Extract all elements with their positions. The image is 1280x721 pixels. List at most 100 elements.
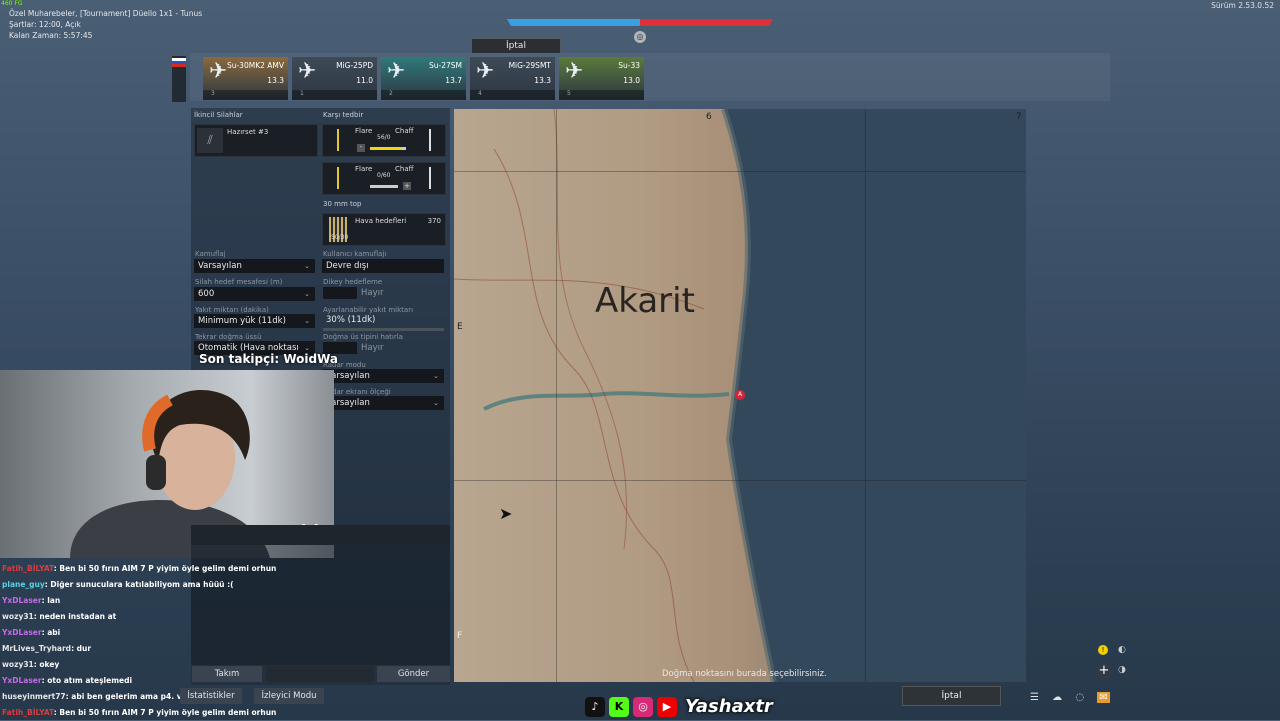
cm-ratio-2: 0/60 xyxy=(377,172,391,179)
flare-ratio-bar xyxy=(370,147,402,150)
chevron-down-icon: ⌄ xyxy=(304,262,310,270)
spectator-button[interactable]: İzleyici Modu xyxy=(254,688,324,704)
map-grid-label-7: 7 xyxy=(1016,112,1022,122)
radar-screen-select[interactable]: Varsayılan ⌄ xyxy=(322,396,444,410)
cancel-top-button[interactable]: İptal xyxy=(471,38,561,54)
countermeasure-card-2[interactable]: Flare Chaff 0/60 + xyxy=(322,162,446,195)
respawn-label: Tekrar doğma üssü xyxy=(195,333,262,341)
battle-rating: 11.0 xyxy=(356,76,373,85)
version-label: Sürüm 2.53.0.52 xyxy=(1211,1,1274,10)
youtube-icon: ▶ xyxy=(657,697,677,717)
list-icon[interactable]: ☰ xyxy=(1030,692,1039,703)
chat-text: : lan xyxy=(41,596,61,605)
cancel-bottom-button[interactable]: İptal xyxy=(902,686,1001,706)
mission-info: Özel Muharebeler, [Tournament] Düello 1x… xyxy=(9,8,202,41)
slot-number: 5 xyxy=(559,90,644,100)
map-grid-label-f: F xyxy=(457,631,463,641)
map-grid-label-6: 6 xyxy=(706,112,712,122)
cm-ratio-1: 56/0 xyxy=(377,134,391,141)
chat-send-button[interactable]: Gönder xyxy=(377,666,450,682)
team-score-bar xyxy=(507,19,773,26)
camo-select[interactable]: Varsayılan ⌄ xyxy=(194,259,315,273)
chat-user: YxDLaser xyxy=(2,596,42,605)
chat-icon[interactable]: ◌ xyxy=(1075,692,1084,703)
aircraft-icon: ✈ xyxy=(209,59,228,84)
battle-rating: 13.0 xyxy=(623,76,640,85)
user-camo-select[interactable]: Devre dışı xyxy=(322,259,444,273)
aircraft-icon: ✈ xyxy=(476,59,495,84)
chaff-ratio-bar-2 xyxy=(370,185,398,188)
convergence-select[interactable]: 600 ⌄ xyxy=(194,287,315,301)
mail-icon[interactable]: ✉ xyxy=(1097,692,1110,703)
chat-user: YxDLaser xyxy=(2,628,42,637)
streamer-handle: Yashaxtr xyxy=(685,696,773,717)
preset-card[interactable]: ⫽ Hazırset #3 xyxy=(194,124,318,157)
slot-number: 1 xyxy=(292,90,377,100)
vertical-value: Hayır xyxy=(361,288,384,298)
chevron-down-icon: ⌄ xyxy=(304,317,310,325)
chat-message: wozy31: neden instadan at xyxy=(2,609,302,625)
cursor-arrow-icon: ➤ xyxy=(499,504,513,523)
zoom-plus-icon[interactable]: + xyxy=(1096,663,1112,679)
vertical-toggle[interactable] xyxy=(323,287,357,299)
convergence-value: 600 xyxy=(198,289,215,299)
squad-icon[interactable]: ☁ xyxy=(1052,692,1062,703)
spawn-map[interactable]: 6 7 E F Akarit A ➤ xyxy=(454,109,1026,682)
slot-number: 4 xyxy=(470,90,555,100)
social-banner: ♪ K ◎ ▶ Yashaxtr xyxy=(585,693,791,720)
red-team-bar xyxy=(640,19,773,26)
fuel-value: Minimum yük (11dk) xyxy=(198,316,286,326)
remember-label: Doğma üs tipini hatırla xyxy=(323,333,403,341)
slot-number: 2 xyxy=(381,90,466,100)
chat-user: MrLives_Tryhard xyxy=(2,644,72,653)
radar-mode-select[interactable]: Varsayılan ⌄ xyxy=(322,369,444,383)
mission-time-left: Kalan Zaman: 5:57:45 xyxy=(9,31,93,40)
night-icon[interactable]: ◐ xyxy=(1118,645,1126,655)
chat-text: : dur xyxy=(71,644,92,653)
warning-icon[interactable]: ! xyxy=(1098,645,1108,655)
mission-title: Özel Muharebeler, [Tournament] Düello 1x… xyxy=(9,9,203,18)
capture-point-icon: ◎ xyxy=(634,31,646,43)
aircraft-name: Su-33 xyxy=(618,61,640,70)
slot-number: 3 xyxy=(203,90,288,100)
cannon-card[interactable]: Hava hedefleri 370 50/30 xyxy=(322,213,446,246)
camo-value: Varsayılan xyxy=(198,261,242,271)
aircraft-slot[interactable]: ✈ Su-30MK2 AMV 13.3 3 xyxy=(203,57,288,100)
preset-name: Hazırset #3 xyxy=(227,128,269,136)
chat-header xyxy=(191,525,450,545)
aircraft-slot[interactable]: ✈ Su-27SM 13.7 2 xyxy=(381,57,466,100)
flare-icon xyxy=(337,167,339,189)
spawn-point-marker[interactable]: A xyxy=(735,390,745,400)
chat-user: plane_guy xyxy=(2,580,45,589)
theme-icon[interactable]: ◑ xyxy=(1118,665,1126,675)
fuel-label: Yakıt miktarı (dakika) xyxy=(195,306,269,314)
kick-icon: K xyxy=(609,697,629,717)
aircraft-name: MiG-29SMT xyxy=(508,61,551,70)
chevron-down-icon: ⌄ xyxy=(433,399,439,407)
chevron-down-icon: ⌄ xyxy=(433,372,439,380)
flare-icon xyxy=(337,129,339,151)
cm-plus-button[interactable]: + xyxy=(403,182,411,190)
fuel-select[interactable]: Minimum yük (11dk) ⌄ xyxy=(194,314,315,328)
aircraft-slot[interactable]: ✈ MiG-29SMT 13.3 4 xyxy=(470,57,555,100)
aircraft-name: MiG-25PD xyxy=(336,61,373,70)
chevron-down-icon: ⌄ xyxy=(304,290,310,298)
chat-text: : neden instadan at xyxy=(33,612,117,621)
user-camo-value: Devre dışı xyxy=(326,261,369,271)
battle-rating: 13.7 xyxy=(445,76,462,85)
camo-label: Kamuflaj xyxy=(195,250,226,258)
stats-button[interactable]: İstatistikler xyxy=(180,688,242,704)
missile-icon: ⫽ xyxy=(197,128,223,153)
aircraft-icon: ✈ xyxy=(387,59,406,84)
countermeasure-card-1[interactable]: Flare Chaff 56/0 - xyxy=(322,124,446,157)
cm-minus-button[interactable]: - xyxy=(357,144,365,152)
vertical-label: Dikey hedefleme xyxy=(323,278,383,286)
adj-fuel-slider[interactable] xyxy=(323,328,444,331)
aircraft-icon: ✈ xyxy=(298,59,317,84)
aircraft-slot[interactable]: ✈ MiG-25PD 11.0 1 xyxy=(292,57,377,100)
chat-text: : abi xyxy=(41,628,61,637)
chat-text: : okey xyxy=(33,660,60,669)
aircraft-slot[interactable]: ✈ Su-33 13.0 5 xyxy=(559,57,644,100)
battle-rating: 13.3 xyxy=(267,76,284,85)
chat-user: wozy31 xyxy=(2,612,34,621)
